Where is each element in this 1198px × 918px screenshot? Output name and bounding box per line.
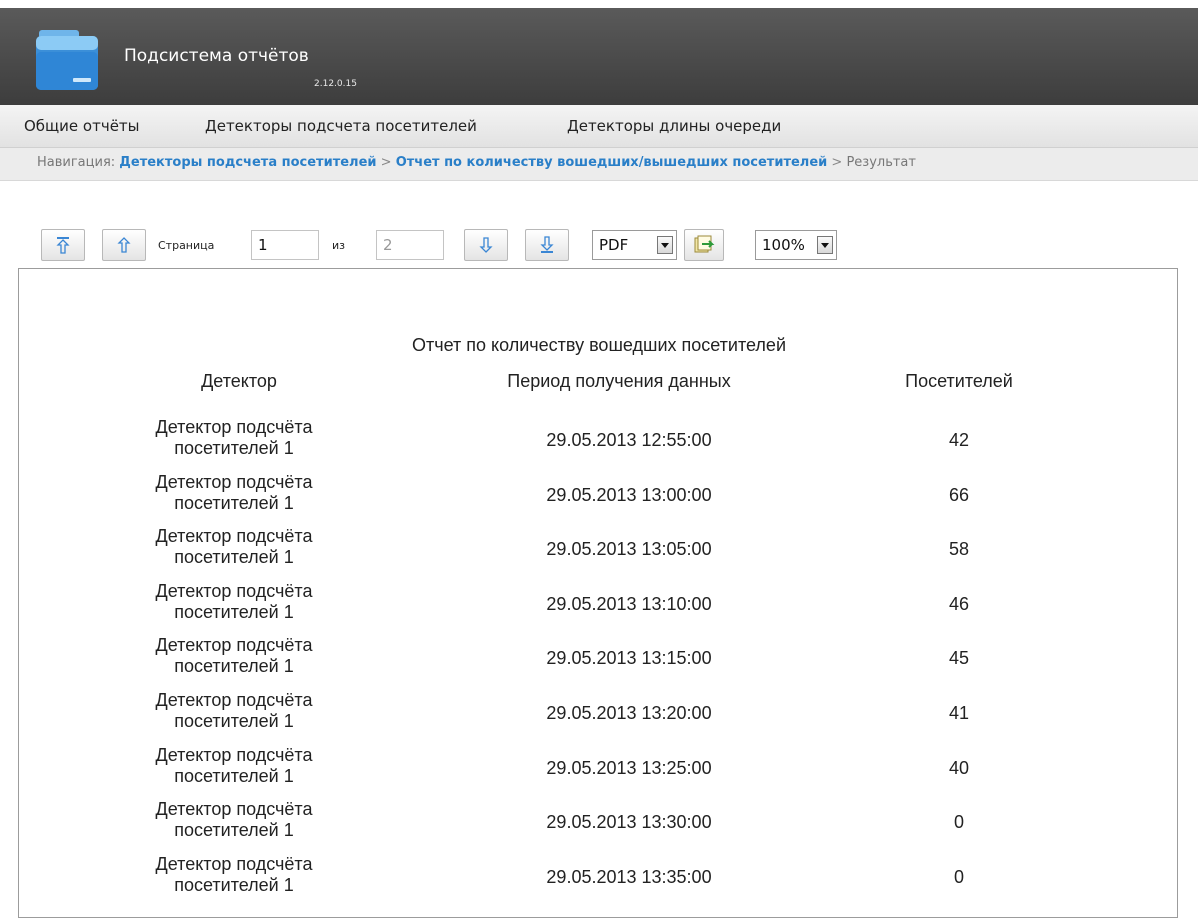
column-header-visitors: Посетителей (905, 371, 1013, 391)
table-row: Детектор подсчёта посетителей 1 29.05.2013… (19, 854, 1179, 908)
table-row: Детектор подсчёта посетителей 1 29.05.2013… (19, 526, 1179, 580)
cell-detector-line2: посетителей 1 (174, 820, 294, 841)
last-page-button[interactable] (525, 229, 569, 261)
table-row: Детектор подсчёта посетителей 1 29.05.2013… (19, 581, 1179, 635)
first-page-button[interactable] (41, 229, 85, 261)
next-page-icon (479, 237, 493, 253)
cell-detector: Детектор подсчёта посетителей 1 (119, 581, 349, 623)
cell-detector-line1: Детектор подсчёта (155, 471, 313, 492)
export-icon (694, 235, 715, 253)
of-label: из (332, 239, 345, 252)
total-pages-field (376, 230, 444, 260)
column-header-detector: Детектор (201, 371, 277, 391)
cell-period: 29.05.2013 13:20:00 (546, 703, 712, 723)
cell-detector-line1: Детектор подсчёта (155, 635, 313, 656)
breadcrumb-link-report[interactable]: Отчет по количеству вошедших/вышедших по… (396, 155, 828, 170)
cell-period: 29.05.2013 12:55:00 (546, 430, 712, 450)
cell-detector-line1: Детектор подсчёта (155, 580, 313, 601)
previous-page-button[interactable] (102, 229, 146, 261)
cell-period: 29.05.2013 13:05:00 (546, 539, 712, 560)
breadcrumb: Навигация: Детекторы подсчета посетителе… (0, 148, 1198, 181)
cell-visitors: 66 (948, 484, 970, 505)
cell-detector-line2: посетителей 1 (174, 547, 294, 568)
breadcrumb-separator: > (831, 155, 843, 170)
table-row: Детектор подсчёта посетителей 1 29.05.2013… (19, 799, 1179, 853)
column-header-period: Период получения данных (507, 371, 731, 391)
cell-period: 29.05.2013 13:00:00 (546, 484, 712, 505)
previous-page-icon (117, 237, 131, 253)
cell-detector-line2: посетителей 1 (174, 711, 294, 731)
cell-visitors: 58 (948, 539, 970, 560)
app-title: Подсистема отчётов (124, 46, 309, 66)
table-row: Детектор подсчёта посетителей 1 29.05.2013… (19, 417, 1179, 471)
cell-detector-line2: посетителей 1 (174, 765, 294, 786)
cell-detector-line1: Детектор подсчёта (155, 417, 313, 437)
cell-visitors: 40 (948, 757, 970, 778)
app-folder-icon (36, 30, 98, 90)
cell-detector-line2: посетителей 1 (174, 492, 294, 513)
cell-detector: Детектор подсчёта посетителей 1 (119, 690, 349, 732)
table-row: Детектор подсчёта посетителей 1 29.05.2013… (19, 690, 1179, 744)
cell-period: 29.05.2013 13:35:00 (546, 866, 712, 887)
report-title: Отчет по количеству вошедших посетителей (411, 335, 786, 355)
cell-visitors: 0 (953, 866, 964, 887)
first-page-icon (56, 237, 70, 254)
cell-visitors: 45 (948, 648, 970, 669)
cell-detector-line1: Детектор подсчёта (155, 526, 313, 547)
app-version: 2.12.0.15 (314, 79, 357, 89)
cell-detector: Детектор подсчёта посетителей 1 (119, 854, 349, 896)
page-label: Страница (158, 239, 215, 252)
export-format-select[interactable]: PDF (592, 230, 677, 260)
zoom-select[interactable]: 100% (755, 230, 837, 260)
cell-visitors: 41 (948, 703, 970, 723)
table-row: Детектор подсчёта посетителей 1 29.05.2013… (19, 745, 1179, 799)
breadcrumb-current: Результат (846, 155, 916, 170)
cell-detector-line2: посетителей 1 (174, 601, 294, 622)
cell-detector-line2: посетителей 1 (174, 656, 294, 677)
cell-detector: Детектор подсчёта посетителей 1 (119, 526, 349, 568)
export-button[interactable] (684, 229, 724, 261)
breadcrumb-prefix: Навигация: (37, 155, 116, 170)
menu-item-queue-length-detectors[interactable]: Детекторы длины очереди (567, 117, 781, 135)
app-header: Подсистема отчётов 2.12.0.15 (0, 8, 1198, 105)
page-number-input[interactable] (251, 230, 319, 260)
cell-detector: Детектор подсчёта посетителей 1 (119, 417, 349, 459)
cell-visitors: 0 (953, 812, 964, 833)
dropdown-arrow-icon (817, 236, 833, 254)
next-page-button[interactable] (464, 229, 508, 261)
table-row: Детектор подсчёта посетителей 1 29.05.2013… (19, 472, 1179, 526)
cell-period: 29.05.2013 13:25:00 (546, 757, 712, 778)
dropdown-arrow-icon (657, 236, 673, 254)
zoom-value: 100% (762, 236, 805, 254)
cell-period: 29.05.2013 13:10:00 (546, 593, 712, 614)
last-page-icon (540, 236, 554, 253)
report-toolbar: Страница из PDF 100% (0, 229, 1198, 265)
top-strip (0, 0, 1198, 8)
cell-detector: Детектор подсчёта посетителей 1 (119, 799, 349, 841)
menu-item-visitor-counting-detectors[interactable]: Детекторы подсчета посетителей (205, 117, 477, 135)
cell-visitors: 42 (948, 430, 970, 450)
table-row: Детектор подсчёта посетителей 1 29.05.2013… (19, 635, 1179, 689)
report-viewer: Отчет по количеству вошедших посетителей… (18, 268, 1178, 918)
cell-detector-line1: Детектор подсчёта (155, 853, 313, 874)
cell-detector-line2: посетителей 1 (174, 874, 294, 895)
cell-detector: Детектор подсчёта посетителей 1 (119, 635, 349, 677)
cell-detector-line1: Детектор подсчёта (155, 744, 313, 765)
breadcrumb-separator: > (380, 155, 392, 170)
cell-period: 29.05.2013 13:15:00 (546, 648, 712, 669)
cell-detector-line2: посетителей 1 (174, 438, 294, 458)
cell-detector-line1: Детектор подсчёта (155, 690, 313, 710)
cell-detector: Детектор подсчёта посетителей 1 (119, 472, 349, 514)
cell-detector-line1: Детектор подсчёта (155, 799, 313, 820)
main-menu: Общие отчёты Детекторы подсчета посетите… (0, 105, 1198, 148)
breadcrumb-link-detectors[interactable]: Детекторы подсчета посетителей (119, 155, 376, 170)
cell-detector: Детектор подсчёта посетителей 1 (119, 745, 349, 787)
export-format-value: PDF (599, 236, 629, 254)
cell-period: 29.05.2013 13:30:00 (546, 812, 712, 833)
cell-visitors: 46 (948, 593, 970, 614)
menu-item-general-reports[interactable]: Общие отчёты (24, 117, 140, 135)
